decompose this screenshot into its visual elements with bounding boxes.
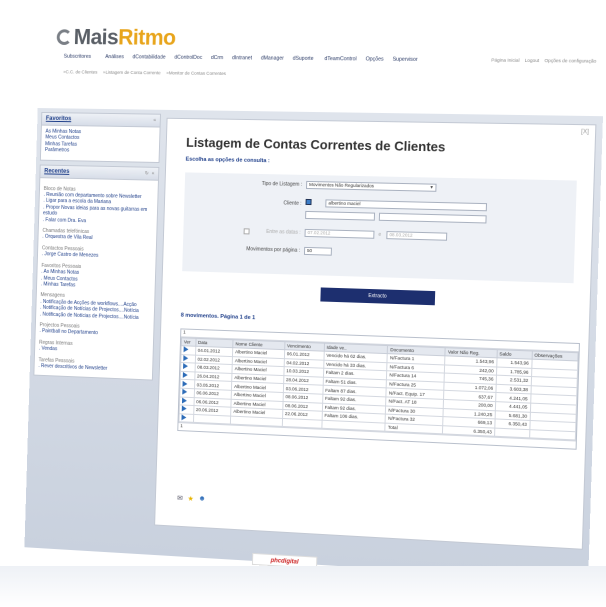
app-window: MaisRitmo Subscritores Análises dContabili… xyxy=(24,3,606,581)
top-nav: Subscritores Análises dContabilidade dContr… xyxy=(64,54,418,63)
tipo-row: Tipo de Listagem : Movimentos Não Regula… xyxy=(185,178,577,197)
collapse-icon[interactable]: « xyxy=(153,118,156,124)
recentes-section: Contactos Pessoais. Jorge Castro de Mene… xyxy=(42,245,152,261)
sidebar: Favoritos « As Minhas Notas Meus Contacto… xyxy=(33,112,161,385)
favoritos-list: As Minhas Notas Meus Contactos Minhas Tare… xyxy=(41,126,160,162)
date-separator: e xyxy=(378,232,381,238)
recentes-section: Bloco de Notas. Reunião com departamento… xyxy=(43,186,154,226)
table-tools: ✉ ★ ☻ xyxy=(177,494,206,503)
favorito-link[interactable]: Parâmetros xyxy=(45,147,155,155)
view-cell[interactable] xyxy=(179,405,193,414)
topnav-item[interactable]: Subscritores xyxy=(64,54,91,60)
reflection xyxy=(0,566,606,607)
users-icon[interactable]: ☻ xyxy=(198,495,205,503)
star-icon[interactable]: ★ xyxy=(188,495,194,503)
mov-label: Movimentos por página : xyxy=(222,246,301,254)
cliente-input[interactable]: albertino maciel xyxy=(325,199,487,211)
content-area: Favoritos « As Minhas Notas Meus Contacto… xyxy=(24,108,603,581)
logo-icon xyxy=(57,29,73,45)
date-to-input[interactable]: 08.03.2012 xyxy=(386,231,447,241)
favoritos-title[interactable]: Favoritos xyxy=(46,116,72,122)
page: MaisRitmo Subscritores Análises dContabili… xyxy=(0,0,606,607)
cliente-row: Cliente : albertino maciel xyxy=(184,196,576,228)
view-cell[interactable] xyxy=(181,363,195,372)
topnav-item[interactable]: dIntranet xyxy=(232,55,252,61)
view-cell[interactable] xyxy=(180,397,194,406)
datas-row: Entre as datas : 07.02.2012 e 08.03.2012 xyxy=(183,226,575,247)
datas-label: Entre as datas : xyxy=(222,228,301,236)
cliente-label: Cliente : xyxy=(223,199,302,207)
view-arrow-icon[interactable] xyxy=(184,347,189,353)
client-search-icon[interactable] xyxy=(305,199,311,205)
refresh-icon[interactable]: ↻ xyxy=(145,170,149,176)
collapse-icon[interactable]: « xyxy=(152,170,155,176)
favoritos-panel: Favoritos « As Minhas Notas Meus Contacto… xyxy=(40,112,161,163)
logo-accent: Ritmo xyxy=(118,25,176,50)
top-link[interactable]: Opções de configuração xyxy=(544,58,596,64)
page-title: Listagem de Contas Correntes de Clientes xyxy=(186,135,446,155)
extract-button[interactable]: Extracto xyxy=(320,287,435,305)
print-icon[interactable]: ✉ xyxy=(177,494,183,502)
mov-input[interactable]: 50 xyxy=(304,247,332,256)
view-cell[interactable] xyxy=(180,388,194,397)
view-arrow-icon[interactable] xyxy=(181,414,186,420)
topnav-item[interactable]: dControlDoc xyxy=(174,55,202,61)
cliente-name-input[interactable] xyxy=(379,213,487,224)
breadcrumb-item[interactable]: »Monitor de Contas Correntes xyxy=(166,70,226,76)
top-links: Página Inicial Logout Opções de configuraç… xyxy=(491,58,596,64)
view-arrow-icon[interactable] xyxy=(183,355,188,361)
breadcrumb-item[interactable]: »Listagem de Conta Corrente xyxy=(103,70,161,76)
topnav-item[interactable]: Supervisor xyxy=(393,57,418,63)
recentes-controls: ↻ « xyxy=(145,170,155,176)
recentes-section: Chamadas telefónicas. Orquestra de Vila … xyxy=(42,228,152,244)
recentes-list: Bloco de Notas. Reunião com departamento… xyxy=(34,178,158,380)
view-cell[interactable] xyxy=(179,414,193,423)
results-count: 8 movimentos. Página 1 de 1 xyxy=(181,313,256,322)
recentes-title[interactable]: Recentes xyxy=(44,168,69,174)
view-arrow-icon[interactable] xyxy=(182,389,187,395)
favoritos-controls: « xyxy=(153,118,156,124)
topnav-item[interactable]: Opções xyxy=(366,56,384,62)
recentes-section: Tarefas Pessoais. Rever descritivos de N… xyxy=(38,357,148,374)
cliente-code-input[interactable] xyxy=(305,211,375,221)
logo[interactable]: MaisRitmo xyxy=(56,24,176,50)
logo-prefix: Mais xyxy=(73,25,118,50)
recentes-panel: Recentes ↻ « Bloco de Notas. Reunião com … xyxy=(33,164,159,381)
breadcrumb-item[interactable]: »C.C. de Clientes xyxy=(63,69,97,74)
view-cell[interactable] xyxy=(180,380,194,389)
options-subtitle: Escolha as opções de consulta : xyxy=(186,157,270,165)
chevron-down-icon[interactable]: ▾ xyxy=(430,185,433,191)
top-link[interactable]: Logout xyxy=(525,58,540,63)
view-arrow-icon[interactable] xyxy=(182,381,187,387)
top-link[interactable]: Página Inicial xyxy=(491,58,519,63)
topnav-item[interactable]: dContabilidade xyxy=(132,54,165,60)
main-panel: [X] Listagem de Contas Correntes de Clie… xyxy=(154,118,596,550)
view-arrow-icon[interactable] xyxy=(182,406,187,412)
topnav-item[interactable]: dCrm xyxy=(211,55,224,61)
header: MaisRitmo Subscritores Análises dContabili… xyxy=(38,3,606,116)
topnav-item[interactable]: Análises xyxy=(105,54,124,60)
mov-row: Movimentos por página : 50 xyxy=(183,244,575,265)
recentes-section: Regras Internas. Vendas xyxy=(39,340,149,357)
recentes-section: Projectos Pessoais. Paintball no Departa… xyxy=(39,322,149,339)
results-table: 1 Ver Data Nome Cliente Vencimento Idade ve.… xyxy=(177,328,580,450)
view-arrow-icon[interactable] xyxy=(183,372,188,378)
view-cell[interactable] xyxy=(181,354,195,363)
topnav-item[interactable]: dManager xyxy=(261,55,284,61)
close-button[interactable]: [X] xyxy=(581,129,589,135)
view-cell[interactable] xyxy=(181,346,195,355)
tipo-select[interactable]: Movimentos Não Regularizados xyxy=(306,181,437,192)
view-arrow-icon[interactable] xyxy=(183,364,188,370)
date-from-input[interactable]: 07.02.2012 xyxy=(305,229,375,239)
view-cell[interactable] xyxy=(180,371,194,380)
topnav-item[interactable]: dTeamControl xyxy=(324,56,356,62)
recentes-section: Favoritos Pessoais. As Minhas Notas. Meu… xyxy=(41,263,152,292)
recentes-section: Mensagens. Notificação de Acções de work… xyxy=(40,292,151,321)
topnav-item[interactable]: dSuporte xyxy=(293,56,314,62)
view-arrow-icon[interactable] xyxy=(182,397,187,403)
query-form: Tipo de Listagem : Movimentos Não Regula… xyxy=(182,172,577,283)
tipo-label: Tipo de Listagem : xyxy=(224,180,303,188)
breadcrumb: »C.C. de Clientes »Listagem de Conta Corr… xyxy=(63,69,226,76)
